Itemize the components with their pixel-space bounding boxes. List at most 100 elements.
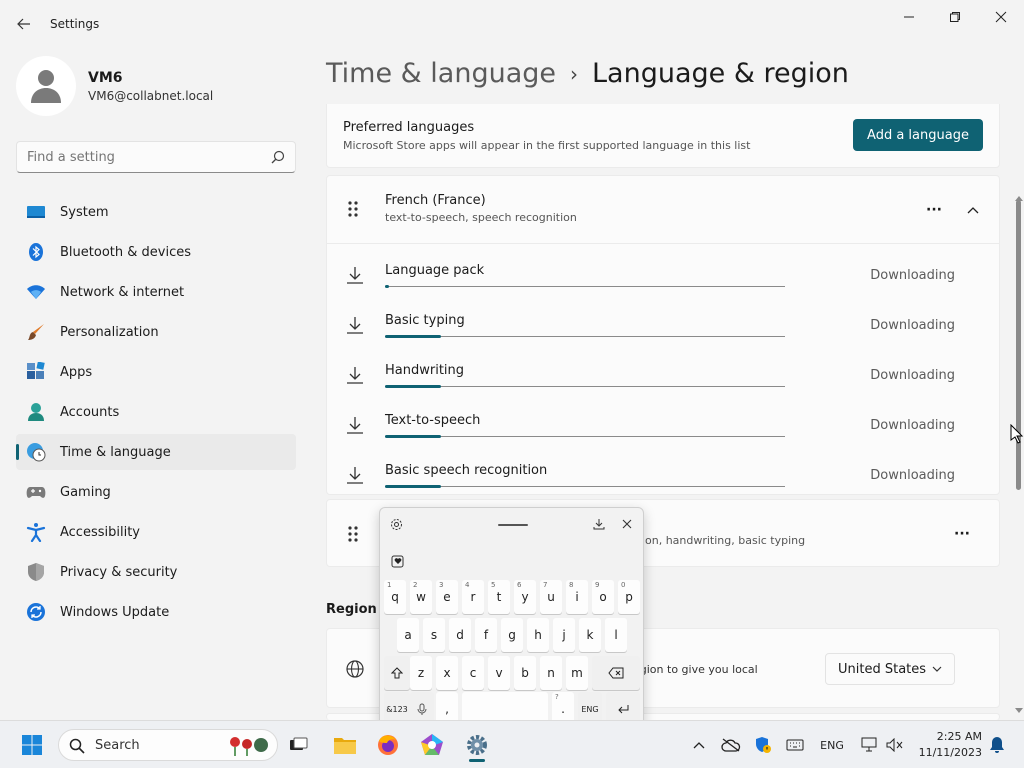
bell-icon (990, 737, 1004, 753)
key-a[interactable]: a (397, 618, 419, 652)
search-input[interactable] (17, 142, 257, 172)
sidebar-item-label: System (60, 204, 109, 220)
taskbar-clock[interactable]: 2:25 AM 11/11/2023 (919, 729, 982, 761)
key-r[interactable]: 4r (462, 580, 484, 614)
maximize-button[interactable] (932, 4, 978, 30)
breadcrumb-separator: › (570, 61, 579, 86)
firefox-icon (378, 735, 398, 755)
start-button[interactable] (16, 729, 48, 761)
sidebar-item-personalization[interactable]: Personalization (16, 314, 296, 350)
key-g[interactable]: g (501, 618, 523, 652)
key-b[interactable]: b (514, 656, 536, 690)
key-f[interactable]: f (475, 618, 497, 652)
progress-bar (385, 385, 785, 388)
language-options-button[interactable]: ··· (919, 198, 949, 222)
input-language-button[interactable]: ENG (816, 733, 848, 757)
sidebar-item-windows-update[interactable]: Windows Update (16, 594, 296, 630)
network-tray-button[interactable] (858, 733, 880, 757)
speaker-muted-icon (886, 738, 903, 752)
sidebar-item-accessibility[interactable]: Accessibility (16, 514, 296, 550)
globe-icon (346, 660, 364, 678)
key-o[interactable]: 9o (592, 580, 614, 614)
volume-tray-button[interactable] (884, 733, 906, 757)
sidebar-item-apps[interactable]: Apps (16, 354, 296, 390)
key-q[interactable]: 1q (384, 580, 406, 614)
add-language-button[interactable]: Add a language (853, 119, 983, 151)
title-bar: Settings (0, 0, 1024, 48)
active-app-indicator (469, 759, 485, 762)
scroll-down-arrow[interactable] (1015, 708, 1023, 713)
sidebar-item-accounts[interactable]: Accounts (16, 394, 296, 430)
onedrive-tray-button[interactable] (720, 733, 742, 757)
back-button[interactable] (10, 10, 38, 38)
key-backspace[interactable] (592, 656, 640, 690)
key-p[interactable]: 0p (618, 580, 640, 614)
sidebar-item-bluetooth[interactable]: Bluetooth & devices (16, 234, 296, 270)
key-e[interactable]: 3e (436, 580, 458, 614)
language-options-button[interactable]: ··· (947, 522, 977, 546)
key-k[interactable]: k (579, 618, 601, 652)
task-view-button[interactable] (282, 729, 314, 761)
key-shift[interactable] (384, 656, 410, 690)
keyboard-settings-icon[interactable] (390, 518, 403, 531)
emoji-panel-button[interactable] (388, 552, 408, 570)
search-highlight-flowers-icon (230, 737, 268, 756)
drag-handle-icon[interactable] (347, 200, 359, 218)
close-button[interactable] (978, 4, 1024, 30)
windows-logo-icon (22, 735, 42, 755)
touch-keyboard-tray-button[interactable] (784, 733, 806, 757)
key-y[interactable]: 6y (514, 580, 536, 614)
file-explorer-button[interactable] (329, 729, 361, 761)
sidebar-item-time-language[interactable]: Time & language (16, 434, 296, 470)
key-t[interactable]: 5t (488, 580, 510, 614)
key-h[interactable]: h (527, 618, 549, 652)
download-icon (347, 467, 363, 484)
key-m[interactable]: m (566, 656, 588, 690)
download-label: Text-to-speech (385, 413, 481, 428)
sidebar-item-system[interactable]: System (16, 194, 296, 230)
scroll-thumb[interactable] (1016, 200, 1021, 490)
clock-date: 11/11/2023 (918, 746, 982, 759)
taskbar-search[interactable]: Search (58, 729, 278, 761)
progress-fill (385, 335, 441, 338)
security-tray-button[interactable] (752, 733, 774, 757)
copilot-app-button[interactable] (416, 729, 448, 761)
key-s[interactable]: s (423, 618, 445, 652)
key-x[interactable]: x (436, 656, 458, 690)
key-n[interactable]: n (540, 656, 562, 690)
keyboard-dock-icon[interactable] (593, 518, 605, 530)
key-d[interactable]: d (449, 618, 471, 652)
breadcrumb-parent[interactable]: Time & language (326, 58, 556, 89)
scrollbar[interactable] (1012, 104, 1024, 720)
download-label: Handwriting (385, 363, 465, 378)
search-icon[interactable] (271, 150, 285, 164)
user-profile[interactable]: VM6 VM6@collabnet.local (16, 56, 213, 116)
minimize-button[interactable] (886, 4, 932, 30)
keyboard-close-icon[interactable] (622, 519, 632, 529)
key-z[interactable]: z (410, 656, 432, 690)
settings-taskbar-button[interactable] (461, 729, 493, 762)
key-u[interactable]: 7u (540, 580, 562, 614)
collapse-button[interactable] (961, 198, 985, 222)
key-v[interactable]: v (488, 656, 510, 690)
key-w[interactable]: 2w (410, 580, 432, 614)
drag-handle-icon[interactable] (347, 525, 359, 543)
sidebar-item-privacy[interactable]: Privacy & security (16, 554, 296, 590)
key-l[interactable]: l (605, 618, 627, 652)
taskbar: Search ENG 2:25 AM 11/11/2023 (0, 720, 1024, 768)
notifications-button[interactable] (986, 733, 1008, 757)
sidebar-item-gaming[interactable]: Gaming (16, 474, 296, 510)
firefox-button[interactable] (372, 729, 404, 761)
sidebar-item-network[interactable]: Network & internet (16, 274, 296, 310)
progress-fill (385, 485, 441, 488)
key-c[interactable]: c (462, 656, 484, 690)
keyboard-icon (786, 739, 804, 751)
settings-search[interactable] (16, 141, 296, 173)
country-dropdown[interactable]: United States (825, 653, 955, 685)
key-j[interactable]: j (553, 618, 575, 652)
key-i[interactable]: 8i (566, 580, 588, 614)
keyboard-drag-handle[interactable] (498, 524, 528, 526)
language-card-header[interactable]: French (France) text-to-speech, speech r… (327, 176, 999, 244)
task-view-icon (290, 737, 308, 750)
show-hidden-icons-button[interactable] (690, 733, 708, 757)
